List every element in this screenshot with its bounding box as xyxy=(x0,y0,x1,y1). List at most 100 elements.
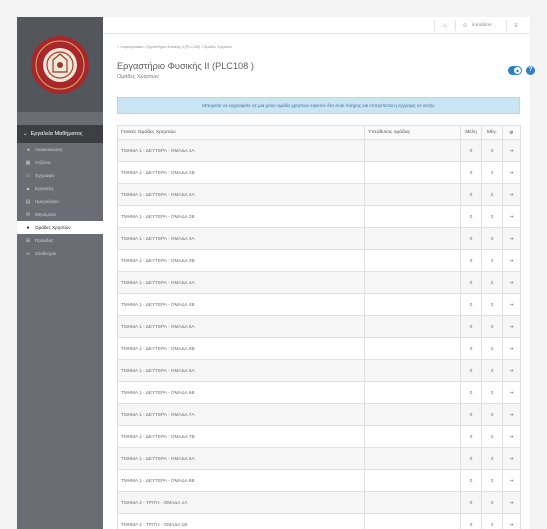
members-cell: 0 xyxy=(460,469,482,492)
max-cell: 3 xyxy=(481,205,503,228)
members-cell: 0 xyxy=(460,425,482,448)
join-group-button[interactable]: ⇥ xyxy=(502,469,521,492)
sidebar-item-label: Ανακοινώσεις xyxy=(35,147,63,152)
help-icon[interactable]: ? xyxy=(526,66,535,75)
max-cell: 3 xyxy=(481,139,503,162)
max-cell: 3 xyxy=(481,447,503,470)
sidebar-item-documents[interactable]: ▭ Έγγραφα xyxy=(17,169,103,182)
join-group-button[interactable]: ⇥ xyxy=(502,271,521,294)
table-row: ΤΜΗΜΑ 1 - ΔΕΥΤΕΡΑ - ΟΜΑΔΑ 1Β 0 3 ⇥ xyxy=(117,161,521,184)
sign-in-icon: ⇥ xyxy=(509,323,514,329)
table-row: ΤΜΗΜΑ 1 - ΔΕΥΤΕΡΑ - ΟΜΑΔΑ 1Α 0 3 ⇥ xyxy=(117,139,521,162)
join-group-button[interactable]: ⇥ xyxy=(502,205,521,228)
max-cell: 3 xyxy=(481,293,503,316)
members-cell: 0 xyxy=(460,315,482,338)
info-alert: Μπορείτε να εγγραφείτε σε μια μόνο ομάδα… xyxy=(117,97,520,114)
join-group-button[interactable]: ⇥ xyxy=(502,425,521,448)
join-group-button[interactable]: ⇥ xyxy=(502,491,521,514)
breadcrumb: ⌂ Χαρτοφυλάκιο / Εργαστήριο Φυσικής ΙΙ (… xyxy=(117,45,232,49)
group-name-cell: ΤΜΗΜΑ 1 - ΔΕΥΤΕΡΑ - ΟΜΑΔΑ 5Α xyxy=(117,315,365,338)
table-row: ΤΜΗΜΑ 1 - ΔΕΥΤΕΡΑ - ΟΜΑΔΑ 8Β 0 3 ⇥ xyxy=(117,469,521,492)
sidebar-item-label: Ατζέντα xyxy=(35,160,51,165)
sign-in-icon: ⇥ xyxy=(509,301,514,307)
table-row: ΤΜΗΜΑ 1 - ΔΕΥΤΕΡΑ - ΟΜΑΔΑ 4Β 0 3 ⇥ xyxy=(117,293,521,316)
join-group-button[interactable]: ⇥ xyxy=(502,183,521,206)
table-row: ΤΜΗΜΑ 1 - ΔΕΥΤΕΡΑ - ΟΜΑΔΑ 8Α 0 3 ⇥ xyxy=(117,447,521,470)
sidebar-item-links[interactable]: ∞ Σύνδεσμοι xyxy=(17,247,103,260)
sidebar-item-announcements[interactable]: ◂ Ανακοινώσεις xyxy=(17,143,103,156)
sidebar-item-label: Μηνύματα xyxy=(35,212,56,217)
max-cell: 3 xyxy=(481,513,503,529)
join-group-button[interactable]: ⇥ xyxy=(502,293,521,316)
table-row: ΤΜΗΜΑ 1 - ΔΕΥΤΕΡΑ - ΟΜΑΔΑ 6Β 0 3 ⇥ xyxy=(117,381,521,404)
max-cell: 3 xyxy=(481,469,503,492)
responsible-cell xyxy=(364,249,461,272)
sliders-icon[interactable]: ≡ xyxy=(514,17,518,34)
breadcrumb-home[interactable]: Χαρτοφυλάκιο xyxy=(120,45,143,49)
user-groups-table: Γενικές Ομάδες Χρηστών Υπεύθυνος ομάδας … xyxy=(117,125,521,529)
group-name-cell: ΤΜΗΜΑ 2 - ΤΡΙΤΗ - ΟΜΑΔΑ 1Β xyxy=(117,513,365,529)
breadcrumb-current: Ομάδες Χρηστών xyxy=(203,45,233,49)
join-group-button[interactable]: ⇥ xyxy=(502,315,521,338)
join-group-button[interactable]: ⇥ xyxy=(502,381,521,404)
sidebar-item-user-groups[interactable]: ● Ομάδες Χρηστών xyxy=(17,221,103,234)
members-cell: 0 xyxy=(460,249,482,272)
calendar-icon: ▦ xyxy=(25,159,31,166)
table-row: ΤΜΗΜΑ 1 - ΔΕΥΤΕΡΑ - ΟΜΑΔΑ 3Α 0 3 ⇥ xyxy=(117,227,521,250)
sidebar-item-calendar[interactable]: ▤ Ημερολόγιο xyxy=(17,195,103,208)
home-icon[interactable]: ⌂ xyxy=(443,17,447,34)
responsible-cell xyxy=(364,359,461,382)
table-row: ΤΜΗΜΑ 1 - ΔΕΥΤΕΡΑ - ΟΜΑΔΑ 4Α 0 2 ⇥ xyxy=(117,271,521,294)
members-cell: 0 xyxy=(460,139,482,162)
university-logo[interactable] xyxy=(31,35,89,94)
responsible-cell xyxy=(364,469,461,492)
responsible-cell xyxy=(364,381,461,404)
responsible-cell xyxy=(364,293,461,316)
join-group-button[interactable]: ⇥ xyxy=(502,139,521,162)
members-cell: 0 xyxy=(460,359,482,382)
join-group-button[interactable]: ⇥ xyxy=(502,403,521,426)
join-group-button[interactable]: ⇥ xyxy=(502,249,521,272)
calendar-icon: ▤ xyxy=(25,198,31,205)
header-max: Μέγ. xyxy=(481,125,503,140)
view-toggle[interactable]: ◉ xyxy=(508,66,522,75)
responsible-cell xyxy=(364,337,461,360)
table-header-row: Γενικές Ομάδες Χρηστών Υπεύθυνος ομάδας … xyxy=(117,125,521,140)
max-cell: 2 xyxy=(481,425,503,448)
join-group-button[interactable]: ⇥ xyxy=(502,227,521,250)
members-cell: 0 xyxy=(460,403,482,426)
sidebar-item-messages[interactable]: ✉ Μηνύματα xyxy=(17,208,103,221)
join-group-button[interactable]: ⇥ xyxy=(502,513,521,529)
flask-icon: ▲ xyxy=(25,185,31,192)
responsible-cell xyxy=(364,205,461,228)
sign-in-icon: ⇥ xyxy=(509,345,514,351)
group-name-cell: ΤΜΗΜΑ 1 - ΔΕΥΤΕΡΑ - ΟΜΑΔΑ 1Α xyxy=(117,139,365,162)
breadcrumb-course[interactable]: Εργαστήριο Φυσικής ΙΙ (PLC108) xyxy=(147,45,201,49)
responsible-cell xyxy=(364,139,461,162)
sidebar-item-label: Πρόοδος xyxy=(35,238,54,243)
table-row: ΤΜΗΜΑ 1 - ΔΕΥΤΕΡΑ - ΟΜΑΔΑ 2Β 0 3 ⇥ xyxy=(117,205,521,228)
home-icon: ⌂ xyxy=(117,45,120,49)
sidebar-item-agenda[interactable]: ▦ Ατζέντα xyxy=(17,156,103,169)
sidebar-item-progress[interactable]: ⊞ Πρόοδος xyxy=(17,234,103,247)
join-group-button[interactable]: ⇥ xyxy=(502,337,521,360)
members-cell: 0 xyxy=(460,227,482,250)
sidebar-item-assignments[interactable]: ▲ Εργασίες xyxy=(17,182,103,195)
responsible-cell xyxy=(364,161,461,184)
sign-in-icon: ⇥ xyxy=(509,521,514,527)
join-group-button[interactable]: ⇥ xyxy=(502,161,521,184)
tools-menu-header[interactable]: ⌄ Εργαλεία Μαθήματος xyxy=(17,125,103,143)
table-icon: ⊞ xyxy=(25,237,31,244)
table-row: ΤΜΗΜΑ 1 - ΔΕΥΤΕΡΑ - ΟΜΑΔΑ 6Α 0 3 ⇥ xyxy=(117,359,521,382)
envelope-icon: ✉ xyxy=(25,211,31,218)
header-responsible: Υπεύθυνος ομάδας xyxy=(364,125,461,140)
table-row: ΤΜΗΜΑ 1 - ΔΕΥΤΕΡΑ - ΟΜΑΔΑ 2Α 0 2 ⇥ xyxy=(117,183,521,206)
join-group-button[interactable]: ⇥ xyxy=(502,359,521,382)
max-cell: 3 xyxy=(481,381,503,404)
group-name-cell: ΤΜΗΜΑ 1 - ΔΕΥΤΕΡΑ - ΟΜΑΔΑ 8Α xyxy=(117,447,365,470)
user-menu[interactable]: ☺ kondrilos xyxy=(462,17,491,34)
responsible-cell xyxy=(364,183,461,206)
sign-in-icon: ⇥ xyxy=(509,169,514,175)
sidebar-item-label: Ημερολόγιο xyxy=(35,199,59,204)
join-group-button[interactable]: ⇥ xyxy=(502,447,521,470)
